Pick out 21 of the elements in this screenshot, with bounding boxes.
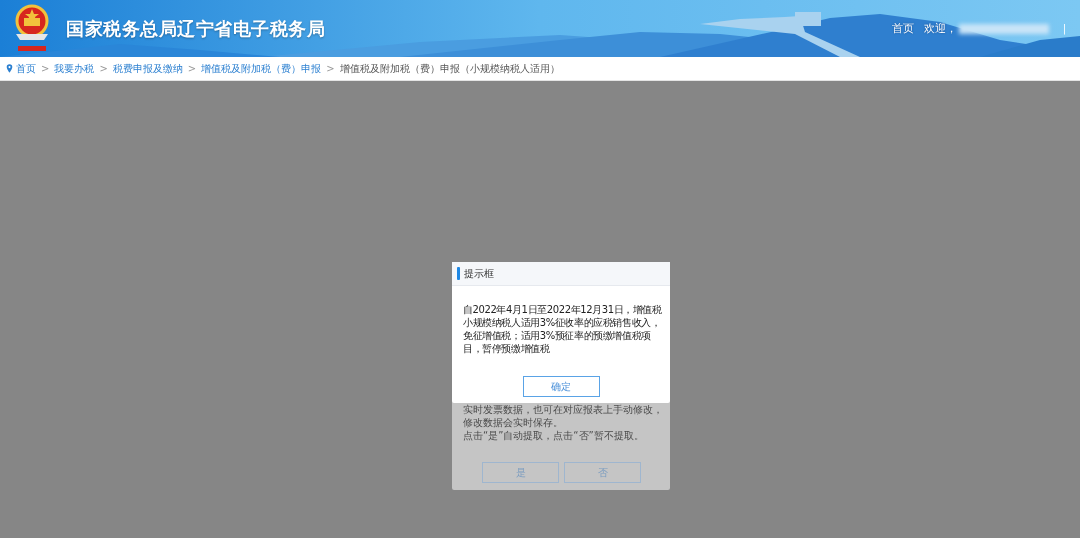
- dialog-message-line: 实时发票数据，也可在对应报表上手动修改，: [463, 403, 663, 416]
- divider-mark: |: [1062, 23, 1066, 34]
- breadcrumb-separator: >: [187, 63, 197, 74]
- breadcrumb-link[interactable]: 首页: [16, 61, 36, 76]
- dialog-message-line: 修改数据会实时保存。: [463, 416, 564, 429]
- nav-link[interactable]: 首页: [891, 21, 914, 36]
- breadcrumb-link[interactable]: 税费申报及缴纳: [112, 61, 183, 76]
- accent-bar: [457, 267, 460, 280]
- dialog-title: 提示框: [464, 266, 494, 281]
- breadcrumb-separator: >: [99, 63, 108, 74]
- site-title: 国家税务总局辽宁省电子税务局: [66, 16, 325, 41]
- breadcrumb-separator: >: [326, 63, 335, 74]
- location-pin-icon: [6, 64, 13, 73]
- nav-link[interactable]: 欢迎，: [923, 21, 957, 36]
- breadcrumb-link[interactable]: 增值税及附加税（费）申报: [201, 61, 322, 76]
- confirm-button[interactable]: 确定: [522, 376, 600, 397]
- dialog-message: 自2022年4月1日至2022年12月31日，增值税小规模纳税人适用3%征收率的应税销售收入，免征增值税；适用3%预征率的预缴增值税项目，暂停预缴增值税: [463, 303, 663, 355]
- current-page-title: 增值税及附加税（费）申报（小规模纳税人适用）: [339, 61, 560, 76]
- dialog-message-line: 点击“是”自动提取，点击“否”暂不提取。: [463, 429, 645, 442]
- breadcrumb-link[interactable]: 我要办税: [54, 61, 95, 76]
- breadcrumb-separator: >: [41, 63, 50, 74]
